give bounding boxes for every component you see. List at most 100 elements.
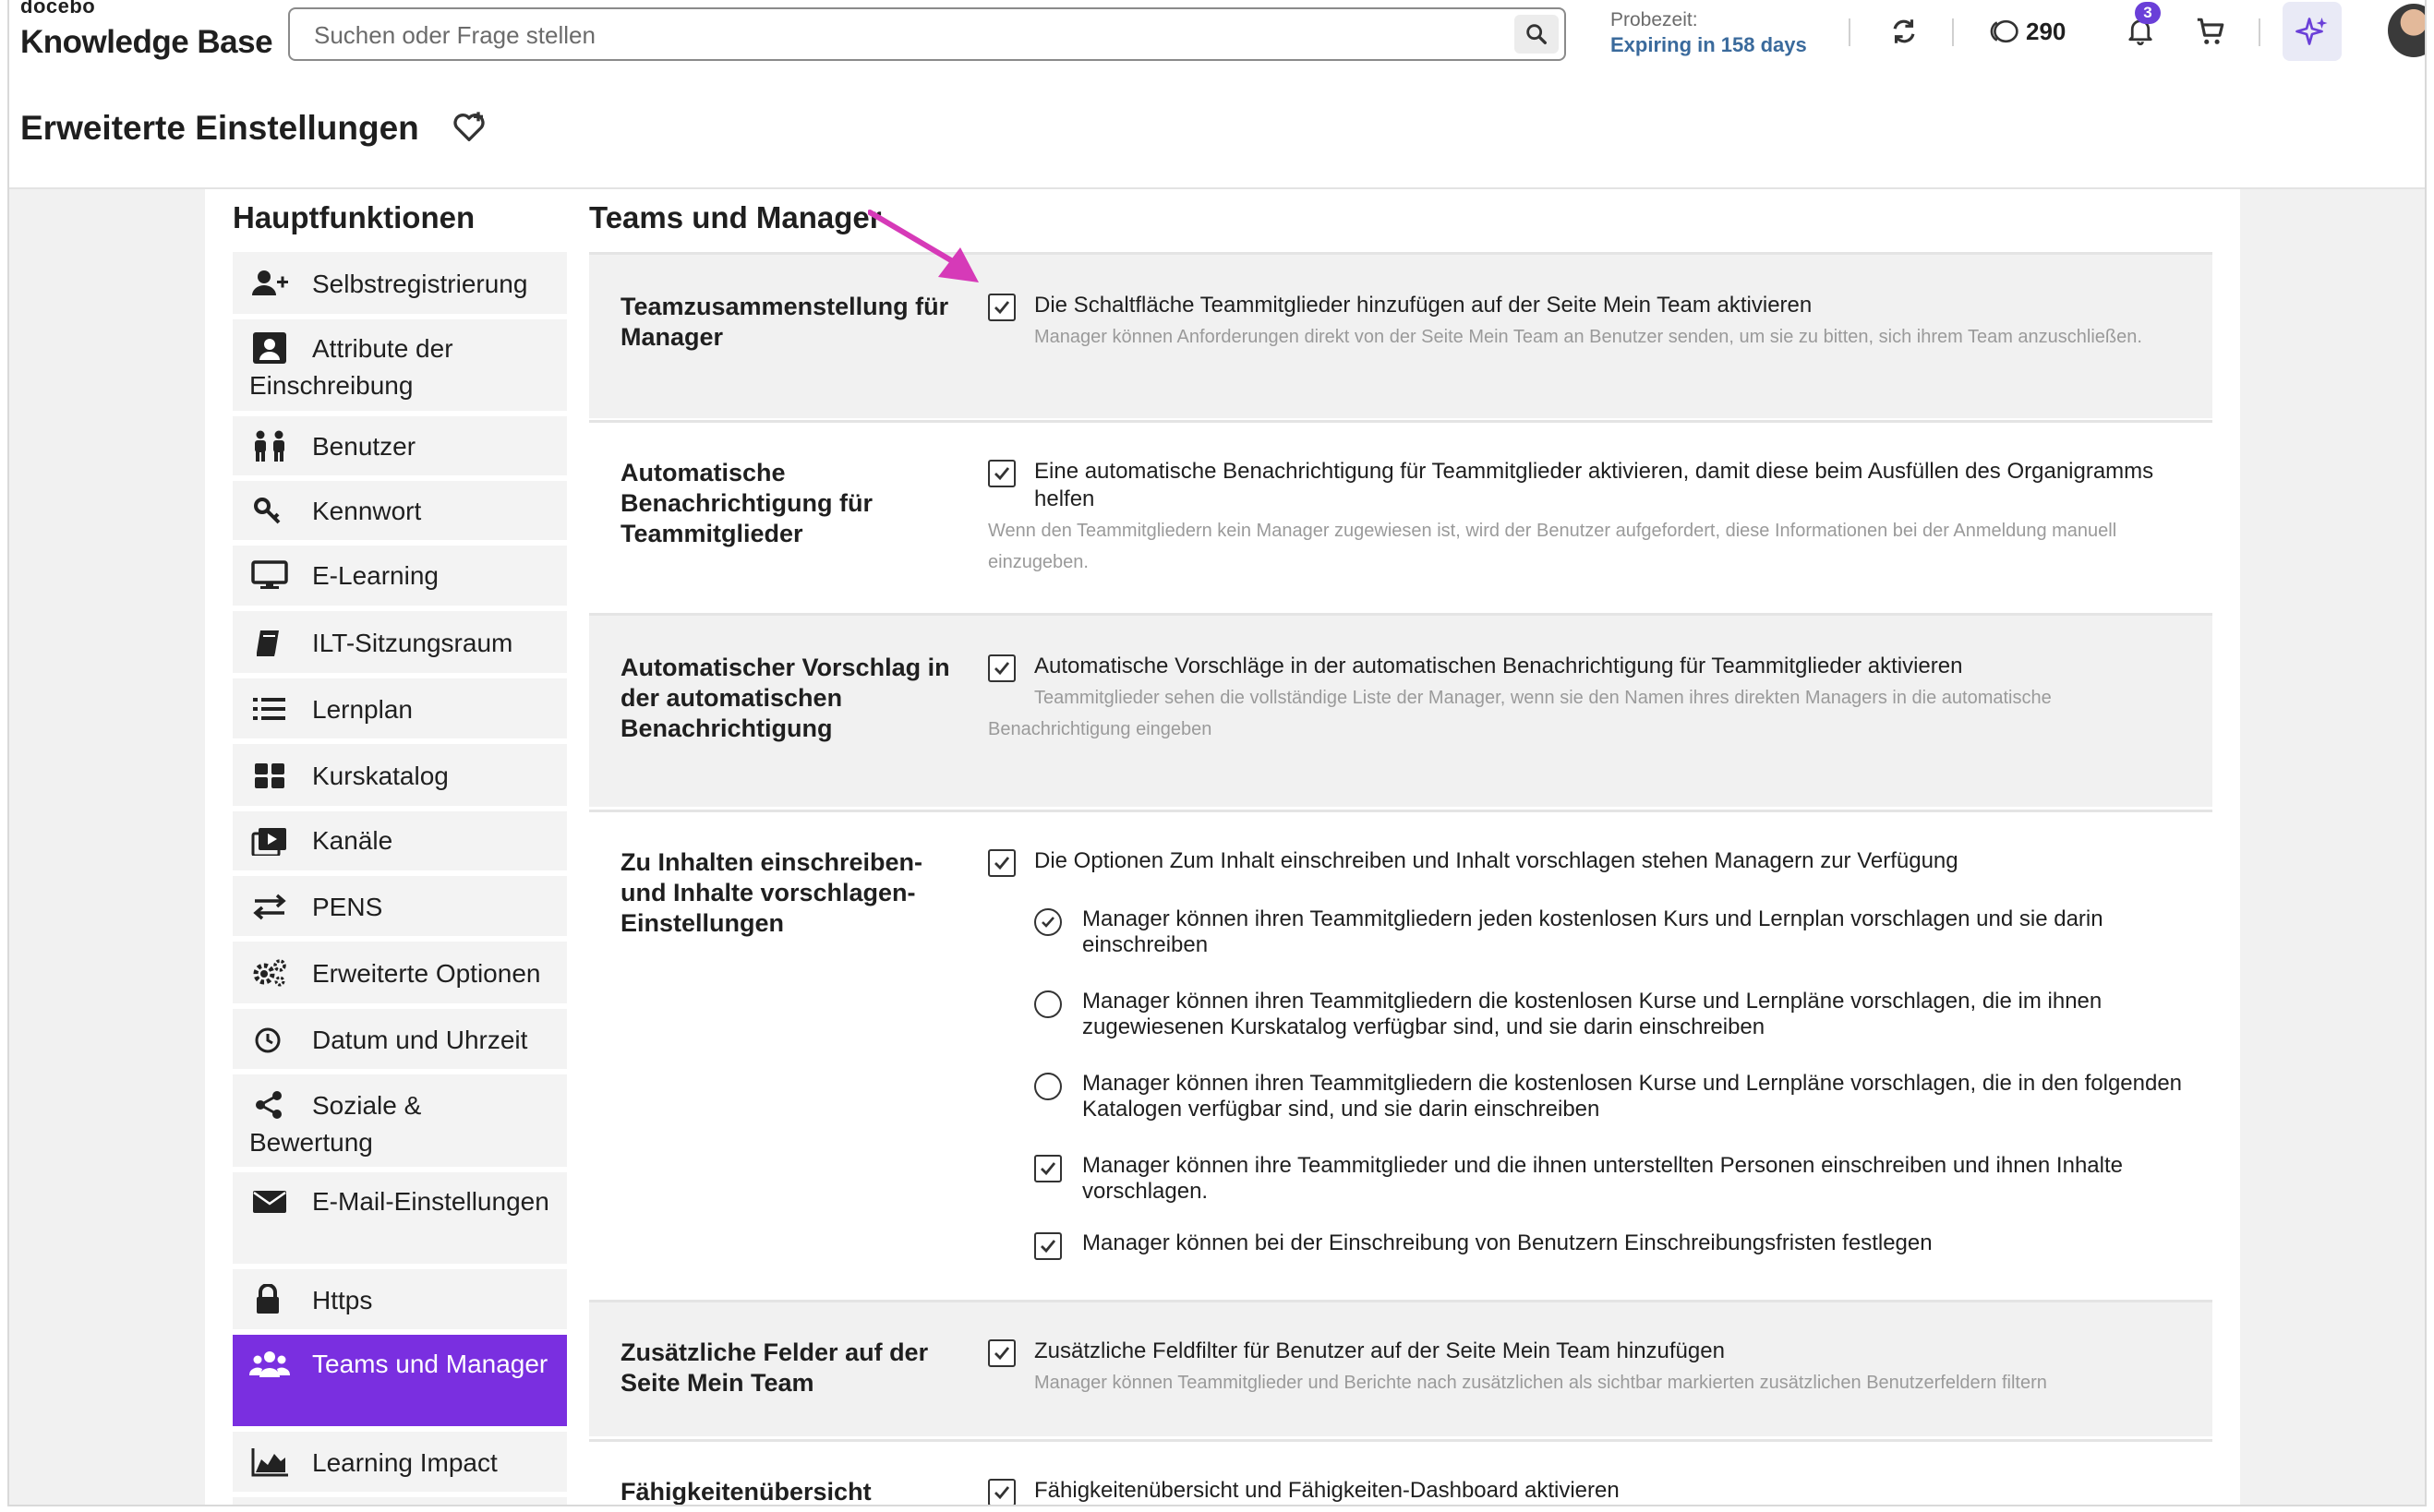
setting-additional-fields: Zusätzliche Felder auf der Seite Mein Te… xyxy=(589,1300,2212,1436)
radio-assigned-catalog[interactable] xyxy=(1034,990,1062,1018)
setting-enroll-suggest: Zu Inhalten einschreiben- und Inhalte vo… xyxy=(589,810,2212,1297)
sidebar-item-ilt[interactable]: ILT-Sitzungsraum xyxy=(233,611,567,676)
sidebar-item-label: Lernplan xyxy=(312,695,413,724)
suboption: Manager können ihren Teammitgliedern die… xyxy=(1034,989,2188,1040)
sidebar-title: Hauptfunktionen xyxy=(233,200,476,234)
setting-label: Automatischer Vorschlag in der automatis… xyxy=(621,654,950,742)
setting-content: Eine automatische Benachrichtigung für T… xyxy=(988,458,2188,578)
setting-skills-overview: Fähigkeitenübersicht Fähigkeitenübersich… xyxy=(589,1439,2212,1505)
checkbox-enable-auto-notification[interactable] xyxy=(988,460,1016,487)
radio-any-free-course[interactable] xyxy=(1034,908,1062,936)
sidebar-item-soziale-bewertung[interactable]: Soziale & Bewertung xyxy=(233,1074,567,1170)
option-description: Teammitglieder sehen die vollständige Li… xyxy=(988,688,2052,739)
sidebar-item-label: Erweiterte Optionen xyxy=(312,959,541,988)
app-window: docebo Knowledge Base Probezeit: Expirin… xyxy=(7,0,2427,1506)
users-icon xyxy=(249,430,290,462)
sidebar-item-kanaele[interactable]: Kanäle xyxy=(233,811,567,873)
lock-icon xyxy=(249,1282,290,1315)
sidebar-item-pens[interactable]: PENS xyxy=(233,876,567,939)
search-icon xyxy=(1526,24,1547,44)
setting-option: Eine automatische Benachrichtigung für T… xyxy=(988,458,2188,513)
page-title: Erweiterte Einstellungen xyxy=(20,109,419,147)
content-area: Hauptfunktionen Selbstregistrierung Attr… xyxy=(9,187,2425,1505)
list-icon xyxy=(249,693,290,725)
radio-following-catalogs[interactable] xyxy=(1034,1073,1062,1100)
setting-option: Fähigkeitenübersicht und Fähigkeiten-Das… xyxy=(988,1477,2188,1505)
favorite-button[interactable] xyxy=(451,109,488,146)
setting-option: Die Optionen Zum Inhalt einschreiben und… xyxy=(988,847,2188,877)
sidebar-item-selbstregistrierung[interactable]: Selbstregistrierung xyxy=(233,252,567,317)
sidebar-item-e-learning[interactable]: E-Learning xyxy=(233,546,567,608)
setting-option: Zusätzliche Feldfilter für Benutzer auf … xyxy=(988,1338,2188,1367)
sync-button[interactable] xyxy=(1884,11,1924,52)
sidebar-item-kurskatalog[interactable]: Kurskatalog xyxy=(233,744,567,809)
setting-option: Die Schaltfläche Teammitglieder hinzufüg… xyxy=(988,292,2188,321)
credits-counter[interactable]: 290 xyxy=(1987,13,2066,50)
clock-icon xyxy=(249,1024,290,1055)
area-chart-icon xyxy=(249,1446,290,1478)
cart-icon xyxy=(2197,18,2224,44)
suboption-label: Manager können ihren Teammitgliedern jed… xyxy=(1082,906,2103,957)
option-label: Die Optionen Zum Inhalt einschreiben und… xyxy=(1034,848,1958,873)
sidebar-item-label: Learning Impact xyxy=(312,1448,498,1477)
arrows-exchange-icon xyxy=(249,891,290,922)
brand-logo[interactable]: Knowledge Base xyxy=(20,24,273,61)
monitor-icon xyxy=(249,559,290,591)
option-label: Zusätzliche Feldfilter für Benutzer auf … xyxy=(1034,1338,1725,1363)
sidebar-item-label: Teams und Manager xyxy=(312,1350,548,1378)
search-input[interactable] xyxy=(314,17,1477,54)
setting-label: Teamzusammenstellung für Manager xyxy=(621,293,949,351)
checkbox-enroll-subordinates[interactable] xyxy=(1034,1155,1062,1182)
sidebar-item-label: E-Learning xyxy=(312,561,439,590)
setting-content: Zusätzliche Feldfilter für Benutzer auf … xyxy=(988,1338,2188,1398)
checkbox-enable-enroll-suggest[interactable] xyxy=(988,849,1016,877)
sidebar-item-benutzer[interactable]: Benutzer xyxy=(233,416,567,478)
checkbox-enable-add-team-members[interactable] xyxy=(988,294,1016,321)
cart-button[interactable] xyxy=(2190,11,2231,52)
trial-status[interactable]: Probezeit: Expiring in 158 days xyxy=(1610,9,1807,57)
search-button[interactable] xyxy=(1514,15,1559,54)
checkbox-enable-auto-suggestion[interactable] xyxy=(988,654,1016,682)
sidebar-item-kennwort[interactable]: Kennwort xyxy=(233,481,567,543)
checkbox-skills-overview[interactable] xyxy=(988,1479,1016,1505)
id-card-icon xyxy=(249,331,290,364)
sidebar-item-datum-uhrzeit[interactable]: Datum und Uhrzeit xyxy=(233,1009,567,1072)
suboption-label: Manager können ihren Teammitgliedern die… xyxy=(1082,989,2103,1039)
ai-assistant-button[interactable] xyxy=(2283,2,2342,61)
setting-label: Zusätzliche Felder auf der Seite Mein Te… xyxy=(621,1338,929,1397)
sidebar-item-label: E-Mail-Einstellungen xyxy=(312,1187,549,1216)
sidebar-item-teams-manager[interactable]: Teams und Manager xyxy=(233,1335,567,1429)
setting-label: Automatische Benachrichtigung für Teammi… xyxy=(621,459,874,547)
suboption: Manager können ihren Teammitgliedern die… xyxy=(1034,1071,2188,1122)
divider xyxy=(2259,18,2260,46)
checkbox-additional-field-filters[interactable] xyxy=(988,1339,1016,1367)
sidebar-item-more[interactable] xyxy=(233,1497,567,1505)
share-icon xyxy=(249,1089,290,1121)
checkbox-enrollment-deadlines[interactable] xyxy=(1034,1232,1062,1260)
sync-icon xyxy=(1893,19,1915,43)
key-icon xyxy=(249,495,290,526)
setting-content: Die Schaltfläche Teammitglieder hinzufüg… xyxy=(988,292,2188,353)
setting-content: Fähigkeitenübersicht und Fähigkeiten-Das… xyxy=(988,1477,2188,1505)
divider xyxy=(1849,18,1850,46)
suboption-label: Manager können bei der Einschreibung von… xyxy=(1082,1230,1933,1255)
user-avatar[interactable] xyxy=(2388,4,2425,57)
sidebar-item-erweiterte-optionen[interactable]: Erweiterte Optionen xyxy=(233,942,567,1006)
option-label: Eine automatische Benachrichtigung für T… xyxy=(1034,459,2154,511)
divider xyxy=(1952,18,1954,46)
user-plus-icon xyxy=(249,268,290,299)
sidebar-item-attribute[interactable]: Attribute der Einschreibung xyxy=(233,319,567,414)
team-icon xyxy=(248,1348,291,1379)
sidebar-item-https[interactable]: Https xyxy=(233,1269,567,1332)
search-box xyxy=(288,7,1566,61)
sidebar-item-lernplan[interactable]: Lernplan xyxy=(233,678,567,741)
heart-plus-icon xyxy=(453,112,485,141)
channels-icon xyxy=(249,824,290,858)
setting-content: Automatische Vorschläge in der automatis… xyxy=(988,653,2188,745)
sidebar-item-learning-impact[interactable]: Learning Impact xyxy=(233,1432,567,1494)
option-label: Automatische Vorschläge in der automatis… xyxy=(1034,654,1963,678)
sidebar-item-e-mail[interactable]: E-Mail-Einstellungen xyxy=(233,1172,567,1266)
envelope-icon xyxy=(249,1185,290,1217)
suboption-label: Manager können ihren Teammitgliedern die… xyxy=(1082,1071,2183,1122)
sidebar-item-label: Kennwort xyxy=(312,497,422,525)
